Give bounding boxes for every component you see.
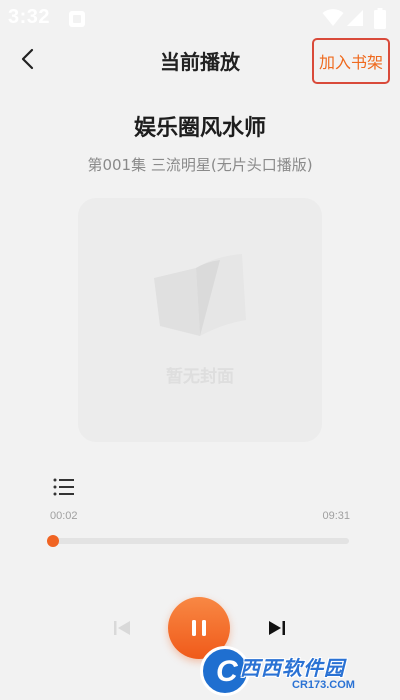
status-time: 3:32 — [8, 6, 51, 28]
watermark-url: CR173.COM — [292, 679, 355, 691]
nav-bar: 当前播放 加入书架 — [0, 36, 400, 84]
book-title: 娱乐圈风水师 — [133, 116, 266, 141]
cover-placeholder: 暂无封面 — [78, 198, 322, 442]
skip-previous-icon[interactable] — [110, 616, 134, 640]
skip-next-icon[interactable] — [265, 616, 289, 640]
wifi-icon — [322, 9, 344, 26]
open-book-icon — [154, 254, 246, 336]
playlist-icon[interactable] — [52, 476, 76, 498]
add-to-shelf-button[interactable]: 加入书架 — [312, 38, 390, 84]
signal-icon — [347, 10, 363, 26]
status-bar: 3:32 — [0, 0, 400, 36]
cover-placeholder-text: 暂无封面 — [166, 367, 234, 387]
current-time: 00:02 — [50, 510, 78, 522]
watermark-logo: C 西西软件园 CR173.COM — [200, 646, 396, 696]
app-notification-icon — [69, 11, 85, 27]
progress-bar[interactable] — [47, 535, 349, 547]
progress-thumb[interactable] — [47, 535, 59, 547]
pause-icon — [192, 620, 206, 636]
episode-title: 第001集 三流明星(无片头口播版) — [87, 156, 313, 174]
battery-icon — [374, 8, 386, 29]
watermark-title: 西西软件园 — [240, 656, 345, 680]
total-time: 09:31 — [322, 510, 350, 522]
